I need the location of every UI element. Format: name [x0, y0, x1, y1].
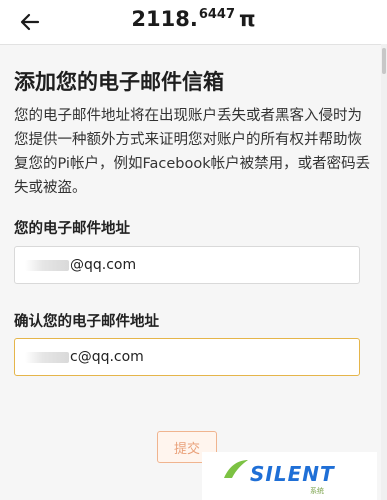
page-title: 添加您的电子邮件信箱 — [14, 70, 224, 94]
scrollbar-track[interactable] — [381, 44, 387, 500]
balance-integer: 2118. — [131, 7, 198, 31]
confirm-email-value: c@qq.com — [70, 349, 144, 365]
page-description: 您的电子邮件地址将在出现账户丢失或者黑客入侵时为您提供一种额外方式来证明您对账户… — [14, 108, 371, 196]
pi-balance: 2118.6447 π — [0, 7, 387, 31]
email-label: 您的电子邮件地址 — [14, 221, 130, 237]
watermark-subtext: 系统 — [310, 487, 324, 495]
confirm-email-label: 确认您的电子邮件地址 — [14, 314, 159, 330]
balance-decimals: 6447 — [198, 7, 235, 22]
email-value: @qq.com — [70, 257, 137, 273]
submit-label: 提交 — [173, 441, 200, 457]
redacted-text — [25, 259, 69, 271]
confirm-email-field[interactable]: c@qq.com — [14, 338, 360, 376]
watermark: SILENT 系统 — [202, 452, 377, 500]
app-header: 2118.6447 π — [0, 0, 387, 45]
watermark-text: SILENT — [250, 462, 335, 486]
scrollbar-thumb[interactable] — [382, 48, 386, 74]
email-field[interactable]: @qq.com — [14, 246, 360, 284]
watermark-logo-icon — [224, 460, 248, 478]
redacted-text — [25, 351, 69, 363]
pi-symbol: π — [239, 7, 256, 31]
